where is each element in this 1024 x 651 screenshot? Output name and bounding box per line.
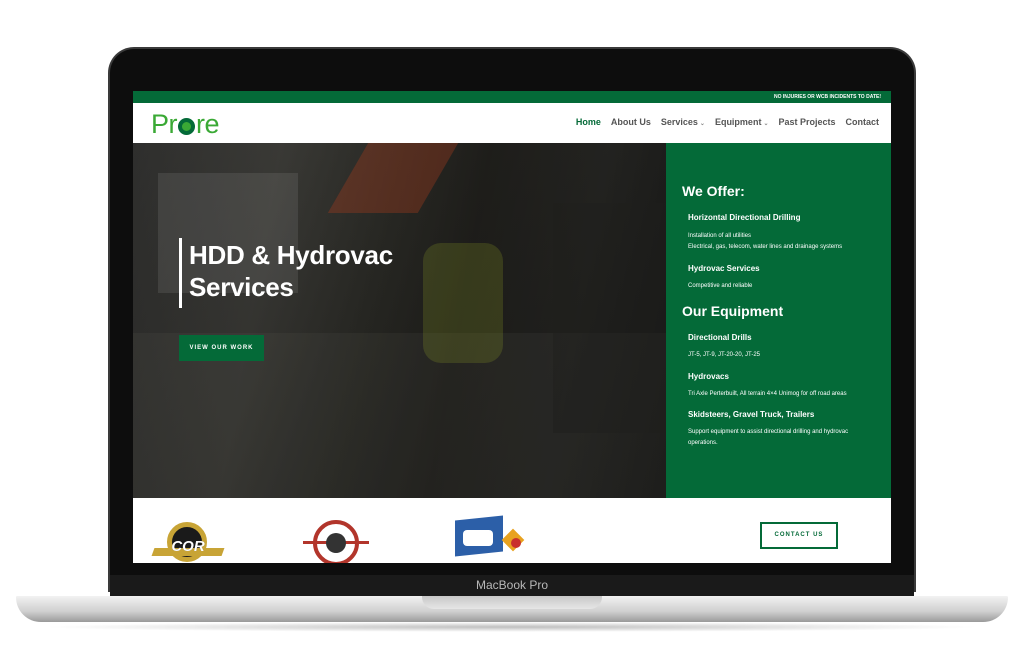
cor-logo-text: COR	[171, 538, 205, 555]
nav-past-projects[interactable]: Past Projects	[778, 117, 835, 127]
nav-equipment[interactable]: Equipment ⌄	[715, 117, 769, 127]
procore-logo[interactable]: Pr re	[151, 110, 220, 138]
nav-home[interactable]: Home	[576, 117, 601, 127]
skidsteers-line2: operations.	[688, 440, 718, 446]
wheel-hub-icon	[326, 533, 346, 553]
skidsteers-line1: Support equipment to assist directional …	[688, 429, 849, 435]
laptop-shadow	[40, 622, 984, 632]
hero-photo-drill-rig	[553, 203, 666, 433]
drills-line1: JT-5, JT-9, JT-20-20, JT-25	[688, 352, 761, 358]
view-our-work-button[interactable]: VIEW OUR WORK	[179, 335, 264, 361]
hydrovac-title: Hydrovac Services	[688, 264, 760, 273]
logo-ring-icon	[178, 118, 195, 135]
hdd-line1: Installation of all utilities	[688, 233, 752, 239]
laptop-notch	[422, 596, 602, 609]
hero-section: HDD & Hydrovac Services VIEW OUR WORK	[133, 143, 666, 498]
flag-white-icon	[463, 530, 493, 546]
main-nav: Home About Us Services ⌄ Equipment ⌄ Past …	[576, 117, 879, 127]
hero-title: HDD & Hydrovac Services	[189, 240, 393, 302]
wheel-association-logo	[303, 520, 369, 563]
cor-logo: COR	[151, 522, 225, 563]
certification-strip: COR CONTACT US	[133, 498, 891, 563]
chevron-down-icon: ⌄	[699, 121, 705, 127]
leaf-red-icon	[511, 538, 521, 548]
hero-accent-bar	[179, 238, 182, 308]
hydrovacs-title: Hydrovacs	[688, 372, 729, 381]
device-label: MacBook Pro	[475, 578, 549, 592]
top-announcement-bar: NO INJURIES OR WCB INCIDENTS TO DATE!	[133, 91, 891, 103]
announcement-text: NO INJURIES OR WCB INCIDENTS TO DATE!	[773, 94, 881, 100]
our-equipment-heading: Our Equipment	[682, 303, 784, 319]
we-offer-heading: We Offer:	[682, 183, 745, 199]
nav-contact[interactable]: Contact	[846, 117, 880, 127]
hero-photo-umbrella	[327, 143, 459, 213]
hydrovac-line1: Competitive and reliable	[688, 283, 753, 289]
nav-about-us[interactable]: About Us	[611, 117, 651, 127]
chevron-down-icon: ⌄	[763, 121, 769, 127]
drills-title: Directional Drills	[688, 333, 752, 342]
skidsteers-title: Skidsteers, Gravel Truck, Trailers	[688, 410, 815, 419]
contact-us-button[interactable]: CONTACT US	[760, 522, 838, 549]
site-header: Pr re Home About Us Services ⌄ Equipment ⌄ …	[133, 103, 891, 143]
nav-services[interactable]: Services ⌄	[661, 117, 705, 127]
hydrovacs-line1: Tri Axle Perterbuilt, All terrain 4×4 Un…	[688, 391, 847, 397]
hdd-line2: Electrical, gas, telecom, water lines an…	[688, 244, 843, 250]
flag-association-logo	[455, 515, 525, 563]
offer-panel: We Offer: Horizontal Directional Drillin…	[666, 143, 891, 498]
hdd-title: Horizontal Directional Drilling	[688, 213, 801, 222]
website-screen: NO INJURIES OR WCB INCIDENTS TO DATE! Pr…	[133, 91, 891, 563]
